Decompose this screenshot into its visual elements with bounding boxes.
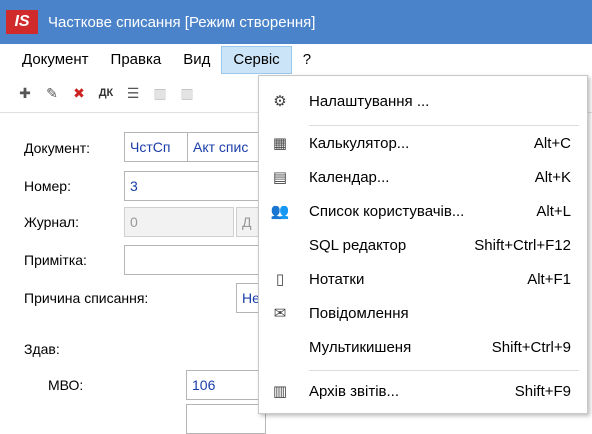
menu-document[interactable]: Документ: [0, 46, 100, 74]
menu-item-multipocket[interactable]: Мультикишеня Shift+Ctrl+9: [259, 330, 587, 364]
menu-item-messages[interactable]: ✉ Повідомлення: [259, 296, 587, 330]
gears-icon: ⚙: [273, 93, 287, 110]
menu-item-calculator[interactable]: ▦ Калькулятор... Alt+C: [259, 126, 587, 160]
menu-bar: Документ Правка Вид Сервіс ?: [0, 46, 592, 74]
document-type-field[interactable]: Акт спис: [187, 132, 267, 162]
edit-document-icon[interactable]: ✎: [43, 84, 61, 102]
note-field[interactable]: [124, 245, 264, 275]
menu-item-settings[interactable]: ⚙ Налаштування ...: [259, 84, 587, 118]
menu-item-report-archive[interactable]: ▥ Архів звітів... Shift+F9: [259, 374, 587, 408]
new-document-icon[interactable]: ✚: [16, 84, 34, 102]
reason-label: Причина списання:: [24, 290, 149, 306]
list-icon[interactable]: ☰: [124, 84, 142, 102]
document-label: Документ:: [24, 140, 90, 156]
menu-edit[interactable]: Правка: [100, 46, 173, 74]
debit-credit-icon[interactable]: ДК: [97, 84, 115, 102]
menu-view[interactable]: Вид: [172, 46, 221, 74]
calculator-icon: ▦: [272, 135, 288, 152]
number-field[interactable]: 3: [124, 171, 264, 201]
building-icon: ▥: [153, 85, 167, 101]
menu-service[interactable]: Сервіс: [221, 46, 292, 74]
envelope-icon: ✉: [273, 305, 287, 322]
menu-help[interactable]: ?: [292, 46, 322, 74]
menu-item-notes[interactable]: ▯ Нотатки Alt+F1: [259, 262, 587, 296]
notes-icon: ▯: [275, 271, 285, 288]
number-label: Номер:: [24, 178, 71, 194]
archive-icon: ▥: [272, 383, 288, 400]
app-logo: IS: [6, 10, 38, 34]
mvo-label: МВО:: [48, 377, 84, 393]
handed-label: Здав:: [24, 341, 60, 357]
note-label: Примітка:: [24, 252, 87, 268]
journal-label: Журнал:: [24, 214, 79, 230]
menu-item-sql-editor[interactable]: SQL редактор Shift+Ctrl+F12: [259, 228, 587, 262]
journal-field: 0: [124, 207, 234, 237]
menu-item-calendar[interactable]: ▤ Календар... Alt+K: [259, 160, 587, 194]
calendar-icon: ▤: [272, 169, 288, 186]
menu-divider: [309, 370, 579, 371]
menu-item-user-list[interactable]: 👥 Список користувачів... Alt+L: [259, 194, 587, 228]
delete-document-icon[interactable]: ✖: [70, 84, 88, 102]
window-title: Часткове списання [Режим створення]: [48, 13, 316, 31]
service-dropdown-menu: ⚙ Налаштування ... ▦ Калькулятор... Alt+…: [258, 75, 588, 414]
building-alt-icon: ▥: [180, 85, 194, 101]
users-icon: 👥: [270, 203, 290, 220]
title-bar: IS Часткове списання [Режим створення]: [0, 0, 592, 44]
document-code-field[interactable]: ЧстСп: [124, 132, 188, 162]
mvo-field[interactable]: 106: [186, 370, 266, 400]
mvo-name-field[interactable]: [186, 404, 266, 434]
